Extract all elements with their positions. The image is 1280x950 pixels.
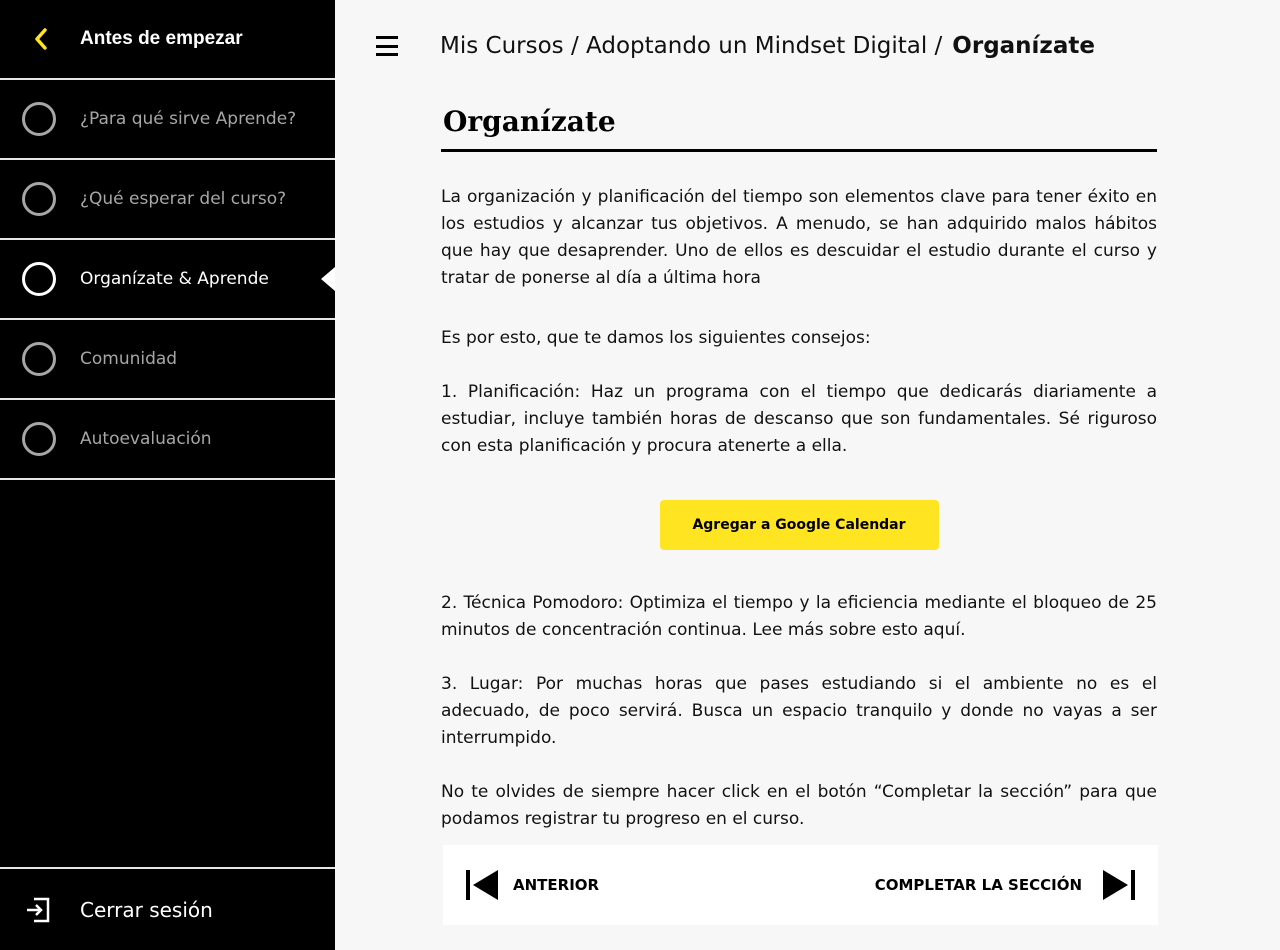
- page-title: Organízate: [441, 105, 1157, 152]
- complete-section-label: COMPLETAR LA SECCIÓN: [874, 875, 1082, 894]
- hamburger-menu-icon[interactable]: [376, 36, 402, 56]
- breadcrumb-current: Organízate: [952, 33, 1095, 59]
- sidebar-item-para-que-sirve[interactable]: ¿Para qué sirve Aprende?: [0, 80, 335, 160]
- sidebar-item-comunidad[interactable]: Comunidad: [0, 320, 335, 400]
- skip-next-icon: [1103, 869, 1135, 900]
- sidebar: Antes de empezar ¿Para qué sirve Aprende…: [0, 0, 335, 950]
- topbar: Mis Cursos / Adoptando un Mindset Digita…: [376, 28, 1095, 64]
- progress-circle-icon: [22, 182, 56, 216]
- add-to-google-calendar-button[interactable]: Agregar a Google Calendar: [659, 499, 939, 550]
- sidebar-item-autoevaluacion[interactable]: Autoevaluación: [0, 400, 335, 480]
- paragraph-planificacion: 1. Planificación: Haz un programa con el…: [441, 381, 1157, 456]
- main-content: Organízate La organización y planificaci…: [441, 105, 1158, 925]
- logout-icon: [0, 896, 80, 924]
- logout-button[interactable]: Cerrar sesión: [0, 867, 335, 950]
- sidebar-item-label: Organízate & Aprende: [80, 269, 269, 289]
- active-indicator-icon: [321, 267, 335, 291]
- skip-previous-icon: [466, 869, 498, 900]
- sidebar-item-label: ¿Qué esperar del curso?: [80, 189, 287, 209]
- logout-label: Cerrar sesión: [80, 897, 213, 922]
- paragraph-pomodoro: 2. Técnica Pomodoro: Optimiza el tiempo …: [441, 592, 1157, 640]
- progress-circle-icon: [22, 422, 56, 456]
- sidebar-item-label: Autoevaluación: [80, 429, 212, 449]
- previous-button[interactable]: ANTERIOR: [465, 869, 599, 901]
- previous-label: ANTERIOR: [513, 875, 600, 894]
- complete-section-button[interactable]: COMPLETAR LA SECCIÓN: [875, 869, 1136, 901]
- calendar-button-wrap: Agregar a Google Calendar: [441, 499, 1157, 550]
- chevron-left-icon[interactable]: [0, 28, 80, 50]
- sidebar-item-label: ¿Para qué sirve Aprende?: [80, 109, 297, 129]
- paragraph-advice-intro: Es por esto, que te damos los siguientes…: [441, 327, 871, 348]
- paragraph-lugar: 3. Lugar: Por muchas horas que pases est…: [441, 673, 1157, 748]
- sidebar-title: Antes de empezar: [80, 28, 243, 49]
- sidebar-item-label: Comunidad: [80, 349, 178, 369]
- sidebar-item-que-esperar[interactable]: ¿Qué esperar del curso?: [0, 160, 335, 240]
- breadcrumb-path[interactable]: Mis Cursos / Adoptando un Mindset Digita…: [440, 33, 942, 59]
- progress-circle-icon: [22, 262, 56, 296]
- sidebar-header: Antes de empezar: [0, 0, 335, 80]
- section-navigation: ANTERIOR COMPLETAR LA SECCIÓN: [443, 844, 1158, 925]
- sidebar-item-organizate[interactable]: Organízate & Aprende: [0, 240, 335, 320]
- progress-circle-icon: [22, 342, 56, 376]
- progress-circle-icon: [22, 102, 56, 136]
- paragraph-intro: La organización y planificación del tiem…: [441, 186, 1157, 288]
- paragraph-reminder: No te olvides de siempre hacer click en …: [441, 781, 1157, 829]
- breadcrumb: Mis Cursos / Adoptando un Mindset Digita…: [440, 28, 1095, 64]
